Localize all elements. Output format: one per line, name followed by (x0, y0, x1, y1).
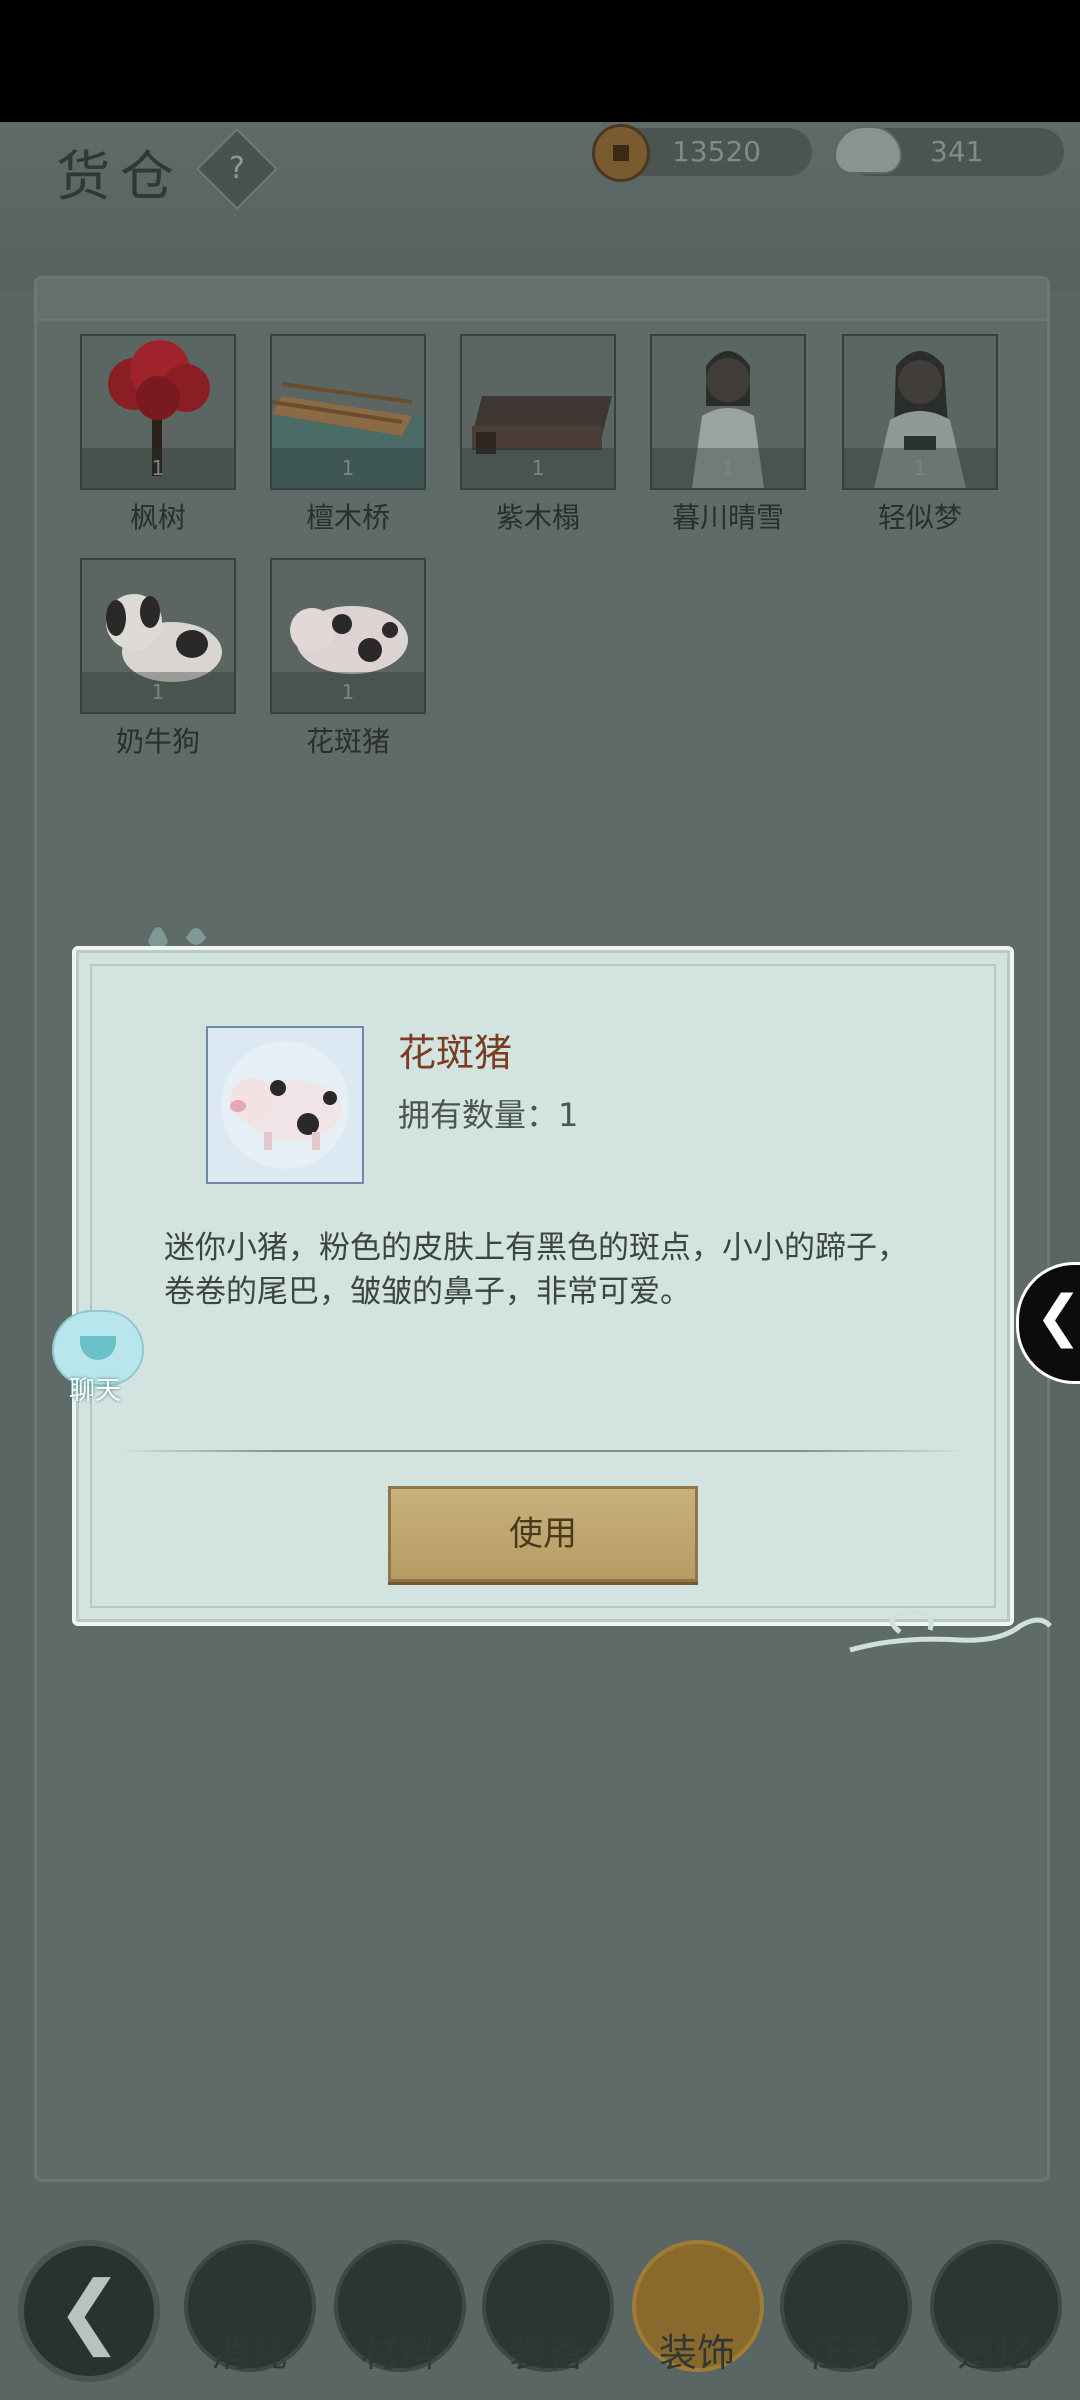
tab-label: 任务 (806, 2331, 883, 2375)
item-slot[interactable]: 1 枫树 (80, 334, 236, 536)
coin-counter: 13520 (592, 124, 812, 182)
tab-label: 装备 (508, 2331, 585, 2375)
item-slot[interactable]: 1 花斑猪 (270, 558, 426, 760)
item-qty: 1 (652, 448, 804, 488)
item-name: 花斑猪 (305, 725, 390, 758)
dialog-item-image (206, 1026, 364, 1184)
cloud-decoration (849, 1609, 1052, 1653)
item-image: 1 (270, 558, 426, 714)
chevron-left-icon: ❮ (1035, 1284, 1080, 1349)
page-title: 货仓 (56, 145, 184, 208)
item-image: 1 (842, 334, 998, 490)
tab-label: 追忆 (956, 2331, 1033, 2375)
item-name: 轻似梦 (877, 501, 962, 534)
item-qty: 1 (844, 448, 996, 488)
use-button[interactable]: 使用 (388, 1486, 698, 1582)
item-image: 1 (80, 334, 236, 490)
item-slot[interactable]: 1 紫木榻 (460, 334, 616, 536)
tab-label: 消耗 (210, 2331, 287, 2375)
coin-amount: 13520 (672, 135, 762, 168)
tab-memories[interactable]: 追忆 (930, 2240, 1062, 2380)
item-name: 暮川晴雪 (671, 501, 784, 534)
dialog-item-description: 迷你小猪，粉色的皮肤上有黑色的斑点，小小的蹄子，卷卷的尾巴，皱皱的鼻子，非常可爱… (164, 1230, 908, 1310)
item-slot[interactable]: 1 奶牛狗 (80, 558, 236, 760)
item-qty: 1 (82, 672, 234, 712)
item-slot[interactable]: 1 檀木桥 (270, 334, 426, 536)
dialog-item-count: 拥有数量：1 (398, 1096, 579, 1134)
app-screen: 货仓 ? 13520 341 1 枫树 1 檀木桥 1 紫木榻 1 暮川晴雪 1… (0, 122, 1080, 2400)
item-image: 1 (270, 334, 426, 490)
item-name: 奶牛狗 (115, 725, 200, 758)
item-name: 檀木桥 (305, 501, 390, 534)
silver-ingot-icon (834, 126, 902, 174)
back-arrow-icon: ❮ (56, 2264, 124, 2357)
tab-label: 装饰 (658, 2331, 735, 2375)
status-bar (0, 0, 1080, 122)
spotted-pig-icon (221, 1041, 349, 1169)
item-name: 紫木榻 (495, 501, 580, 534)
chat-button[interactable]: 聊天 (42, 1310, 146, 1410)
item-qty: 1 (82, 448, 234, 488)
panel-top-border (37, 279, 1047, 321)
help-icon: ? (229, 151, 245, 186)
dialog-item-name: 花斑猪 (398, 1031, 513, 1075)
item-image: 1 (650, 334, 806, 490)
item-name: 枫树 (129, 501, 186, 534)
tab-tasks[interactable]: 任务 (780, 2240, 912, 2380)
back-button[interactable]: ❮ (18, 2240, 160, 2382)
copper-coin-icon (592, 124, 650, 182)
silver-counter: 341 (834, 126, 1064, 176)
item-image: 1 (80, 558, 236, 714)
item-slot[interactable]: 1 暮川晴雪 (650, 334, 806, 536)
item-qty: 1 (272, 672, 424, 712)
item-image: 1 (460, 334, 616, 490)
tab-materials[interactable]: 材料 (334, 2240, 466, 2380)
bottom-nav: ❮ 消耗 材料 装备 装饰 任务 追忆 (0, 2210, 1080, 2400)
tab-consumables[interactable]: 消耗 (184, 2240, 316, 2380)
help-button[interactable]: ? (195, 127, 279, 211)
chat-label: 聊天 (68, 1376, 121, 1406)
item-qty: 1 (462, 448, 614, 488)
tab-equipment[interactable]: 装备 (482, 2240, 614, 2380)
header: 货仓 ? 13520 341 (0, 122, 1080, 292)
silver-amount: 341 (930, 135, 984, 168)
item-slot[interactable]: 1 轻似梦 (842, 334, 998, 536)
item-qty: 1 (272, 448, 424, 488)
dialog-divider (116, 1450, 966, 1452)
tab-label: 材料 (360, 2331, 437, 2375)
tab-decorations[interactable]: 装饰 (632, 2240, 764, 2380)
item-detail-dialog: 花斑猪 拥有数量：1 迷你小猪，粉色的皮肤上有黑色的斑点，小小的蹄子，卷卷的尾巴… (72, 946, 1014, 1626)
